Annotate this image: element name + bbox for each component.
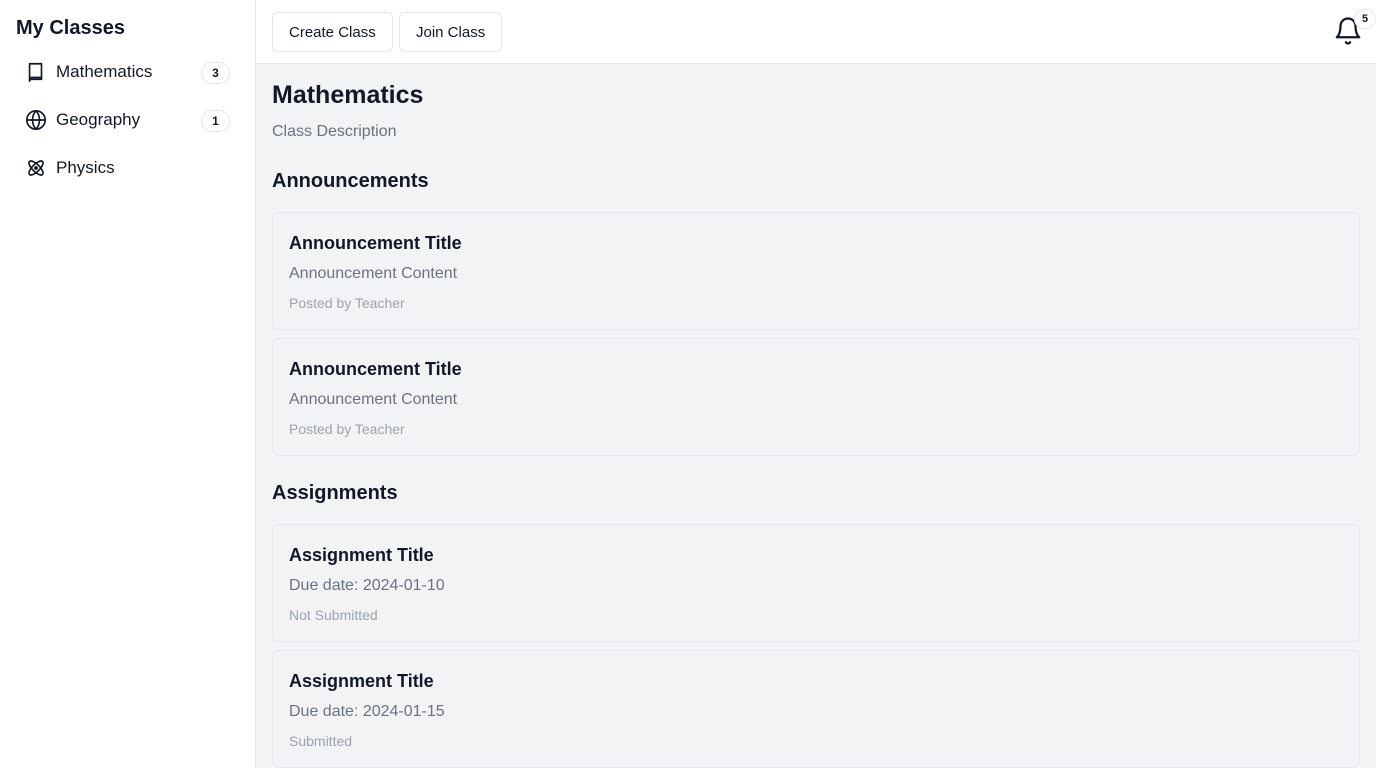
assignment-status: Submitted: [289, 733, 353, 749]
assignment-card[interactable]: Assignment Title Due date: 2024-01-10 No…: [272, 524, 1360, 642]
assignment-due-date: Due date: 2024-01-15: [289, 703, 445, 720]
announcement-card[interactable]: Announcement Title Announcement Content …: [272, 338, 1360, 456]
assignments-heading: Assignments: [272, 482, 398, 504]
sidebar-item-label: Geography: [56, 110, 141, 129]
announcements-heading: Announcements: [272, 170, 429, 192]
class-count-badge: 1: [201, 110, 230, 132]
class-content: Mathematics Class Description Announceme…: [256, 64, 1376, 768]
sidebar-item-label: Mathematics: [56, 62, 153, 81]
announcement-card[interactable]: Announcement Title Announcement Content …: [272, 212, 1360, 330]
assignment-title: Assignment Title: [289, 671, 434, 691]
atom-icon: [24, 156, 48, 180]
announcement-title: Announcement Title: [289, 233, 462, 253]
sidebar-item-geography[interactable]: Geography 1: [16, 100, 240, 140]
announcement-author: Posted by Teacher: [289, 295, 405, 311]
book-icon: [24, 60, 48, 84]
class-description: Class Description: [272, 123, 397, 140]
create-class-button[interactable]: Create Class: [272, 12, 393, 52]
announcement-title: Announcement Title: [289, 359, 462, 379]
sidebar-item-label: Physics: [56, 158, 115, 177]
notification-count-badge: 5: [1354, 9, 1376, 29]
class-count-badge: 3: [201, 62, 230, 84]
announcement-content: Announcement Content: [289, 391, 458, 408]
globe-icon: [24, 108, 48, 132]
assignment-card[interactable]: Assignment Title Due date: 2024-01-15 Su…: [272, 650, 1360, 768]
sidebar-item-mathematics[interactable]: Mathematics 3: [16, 52, 240, 92]
sidebar-title: My Classes: [16, 17, 125, 39]
top-bar: Create Class Join Class 5: [256, 0, 1376, 64]
sidebar: My Classes Mathematics 3 Geography 1 Phy…: [0, 0, 256, 768]
assignment-due-date: Due date: 2024-01-10: [289, 577, 445, 594]
announcement-author: Posted by Teacher: [289, 421, 405, 437]
assignment-status: Not Submitted: [289, 607, 378, 623]
page-title: Mathematics: [272, 81, 424, 109]
announcement-content: Announcement Content: [289, 265, 458, 282]
assignment-title: Assignment Title: [289, 545, 434, 565]
sidebar-item-physics[interactable]: Physics: [16, 148, 240, 188]
join-class-button[interactable]: Join Class: [399, 12, 503, 52]
